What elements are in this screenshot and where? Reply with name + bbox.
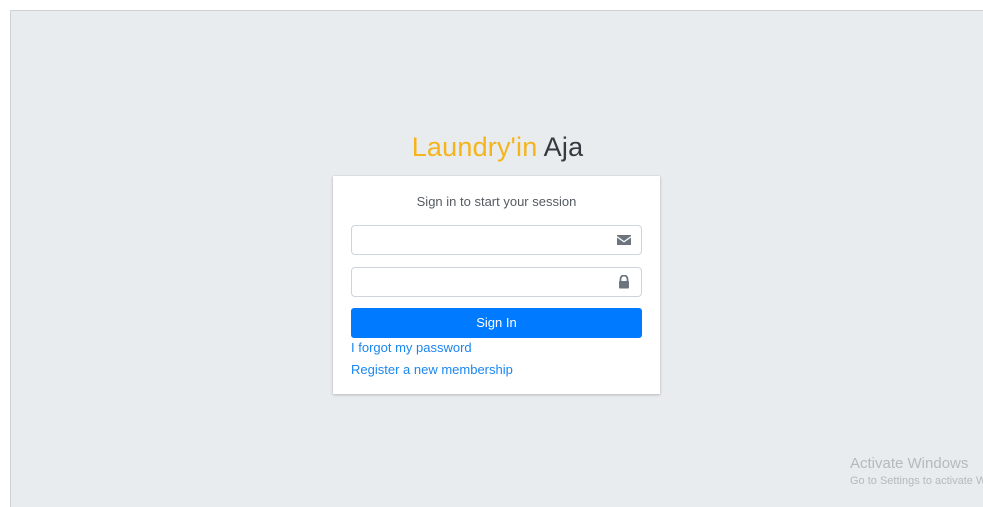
- password-input-group[interactable]: [351, 267, 642, 297]
- activate-windows-subtitle: Go to Settings to activate Windows.: [850, 475, 983, 487]
- login-card: Sign in to start your session Sign In I …: [333, 176, 660, 394]
- envelope-icon: [616, 233, 632, 247]
- forgot-password-link[interactable]: I forgot my password: [351, 340, 472, 355]
- activate-windows-title: Activate Windows: [850, 455, 969, 472]
- lock-icon: [616, 274, 632, 289]
- login-box-message: Sign in to start your session: [416, 194, 577, 209]
- logo-brand-text: Laundry'in: [411, 132, 538, 162]
- page-viewport: Laundry'in Aja Sign in to start your ses…: [10, 10, 983, 507]
- register-link[interactable]: Register a new membership: [351, 362, 513, 377]
- logo-suffix-text: Aja: [543, 132, 584, 162]
- email-field[interactable]: [352, 226, 602, 254]
- sign-in-button[interactable]: Sign In: [351, 308, 642, 338]
- login-logo[interactable]: Laundry'in Aja: [11, 132, 983, 163]
- password-field[interactable]: [352, 268, 602, 296]
- email-input-group[interactable]: [351, 225, 642, 255]
